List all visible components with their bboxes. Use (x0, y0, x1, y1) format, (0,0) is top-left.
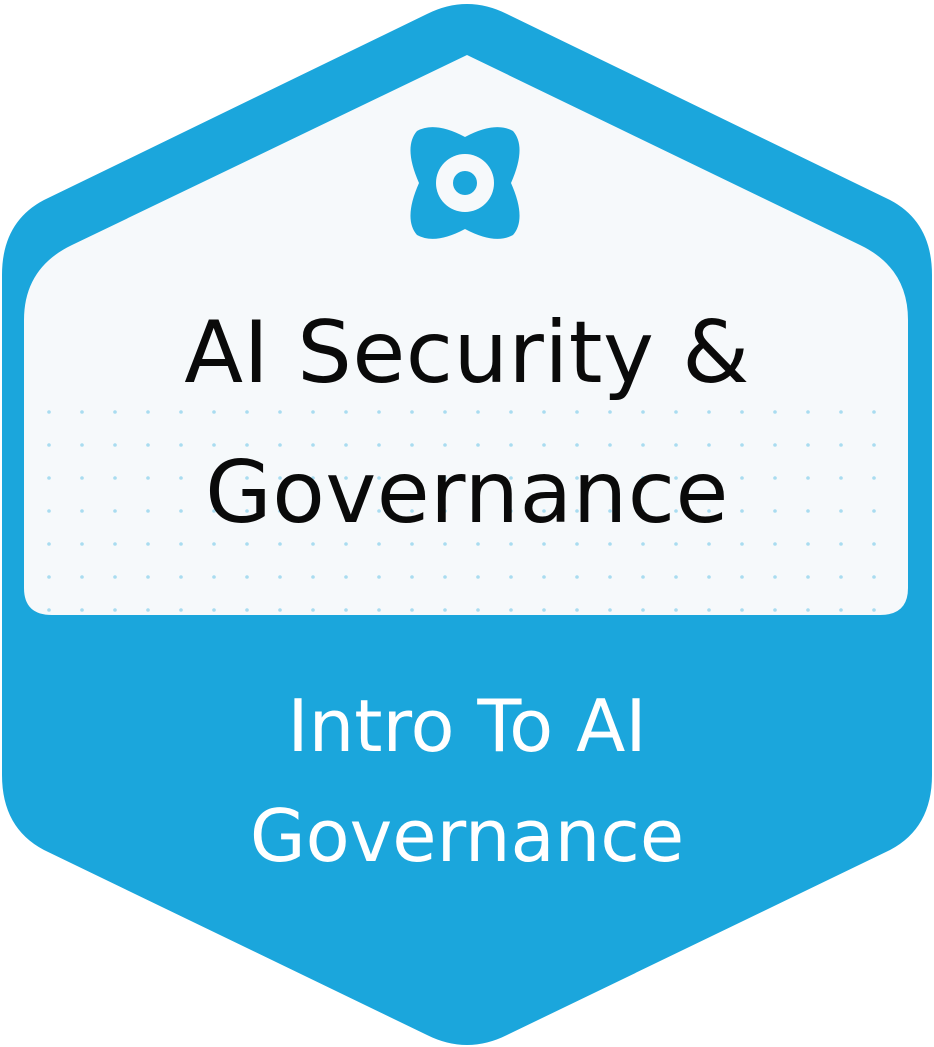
badge-subtitle-line-1: Intro To AI (287, 684, 647, 768)
four-point-star-ring-icon (410, 127, 520, 239)
badge-title-line-1: AI Security & (184, 303, 750, 403)
badge-subtitle-line-2: Governance (249, 794, 685, 878)
badge-title-line-2: Governance (205, 443, 729, 543)
